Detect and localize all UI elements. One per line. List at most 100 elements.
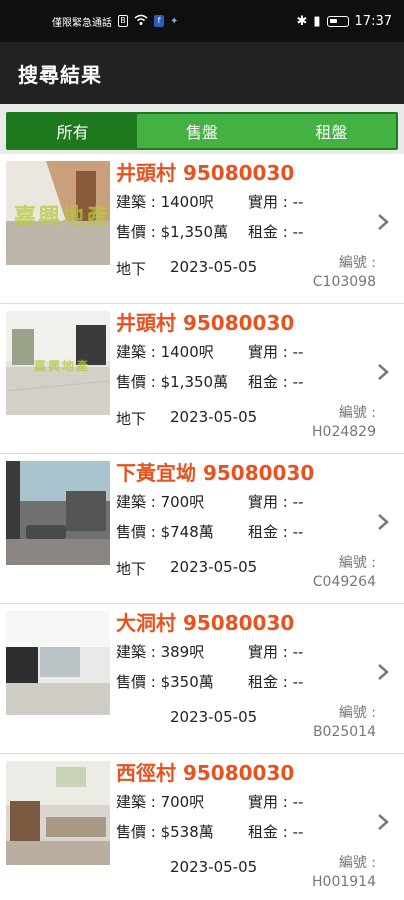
building-label: 建築 : [116, 193, 161, 211]
price-value: $1,350萬 [160, 373, 229, 391]
price-value: $538萬 [160, 823, 214, 841]
code-value: H024829 [312, 424, 376, 440]
sim-icon: B [118, 15, 128, 27]
price-label: 售價 : [116, 223, 161, 241]
listing-code: 編號 : H024829 [312, 404, 376, 442]
usable-value: -- [292, 793, 304, 811]
code-label: 編號 : [338, 855, 376, 871]
listing-date: 2023-05-05 [170, 858, 258, 876]
listing-list: 嘉興地產 井頭村 95080030 建築 : 1400呎 實用 : -- 售價 :… [0, 154, 404, 900]
listing-code: 編號 : B025014 [313, 704, 376, 742]
floor-label: 地下 [116, 410, 147, 428]
clock: 17:37 [354, 13, 392, 29]
filter-tabs: 所有 售盤 租盤 [6, 112, 398, 150]
property-photo [6, 611, 110, 715]
building-value: 1400呎 [160, 343, 214, 361]
rent-value: -- [292, 823, 304, 841]
building-label: 建築 : [116, 493, 161, 511]
building-label: 建築 : [116, 793, 161, 811]
price-value: $1,350萬 [160, 223, 229, 241]
page-title: 搜尋結果 [18, 62, 102, 87]
floor-label [116, 708, 148, 726]
floor-label: 地下 [116, 560, 147, 578]
usable-label: 實用 : [248, 493, 293, 511]
usable-value: -- [292, 343, 304, 361]
listing-date: 2023-05-05 [170, 408, 258, 426]
tab-sale[interactable]: 售盤 [137, 114, 267, 148]
code-value: B025014 [312, 724, 376, 740]
tab-sale-label: 售盤 [185, 123, 218, 142]
building-value: 389呎 [160, 643, 205, 661]
property-photo [6, 761, 110, 865]
listing-date: 2023-05-05 [170, 708, 258, 726]
list-item[interactable]: 西徑村 95080030 建築 : 700呎 實用 : -- 售價 : $538萬… [0, 754, 404, 900]
usable-label: 實用 : [248, 793, 293, 811]
tab-all[interactable]: 所有 [8, 114, 138, 148]
building-value: 700呎 [160, 793, 205, 811]
rent-label: 租金 : [248, 373, 293, 391]
listing-title: 大洞村 95080030 [116, 611, 295, 635]
listing-title: 下黃宜坳 95080030 [116, 461, 315, 485]
listing-date: 2023-05-05 [170, 258, 258, 276]
facebook-icon: f [154, 15, 164, 27]
rent-label: 租金 : [248, 523, 293, 541]
chevron-right-icon[interactable] [376, 812, 396, 832]
chevron-right-icon[interactable] [376, 662, 396, 682]
listing-title: 井頭村 95080030 [116, 161, 295, 185]
price-label: 售價 : [116, 373, 161, 391]
rent-label: 租金 : [248, 223, 293, 241]
rent-label: 租金 : [248, 823, 293, 841]
rent-value: -- [292, 373, 304, 391]
list-item[interactable]: 嘉興地產 井頭村 95080030 建築 : 1400呎 實用 : -- 售價 :… [0, 304, 404, 454]
price-label: 售價 : [116, 673, 161, 691]
list-item[interactable]: 大洞村 95080030 建築 : 389呎 實用 : -- 售價 : $350萬… [0, 604, 404, 754]
vibrate-icon: ▮ [313, 13, 321, 29]
code-value: C049264 [312, 574, 376, 590]
bluetooth-icon: ✱ [296, 13, 308, 29]
property-photo [6, 461, 110, 565]
price-value: $350萬 [160, 673, 214, 691]
code-label: 編號 : [338, 255, 376, 271]
usable-label: 實用 : [248, 193, 293, 211]
status-bar: 僅限緊急通話 B f ✦ ✱ ▮ 17:37 [0, 0, 404, 42]
listing-title: 井頭村 95080030 [116, 311, 295, 335]
usable-label: 實用 : [248, 643, 293, 661]
rent-value: -- [292, 523, 304, 541]
carrier-label: 僅限緊急通話 [52, 17, 112, 29]
photo-watermark: 嘉興地產 [34, 359, 91, 373]
tabs-container: 所有 售盤 租盤 [0, 104, 404, 154]
list-item[interactable]: 下黃宜坳 95080030 建築 : 700呎 實用 : -- 售價 : $748… [0, 454, 404, 604]
rent-value: -- [292, 673, 304, 691]
code-label: 編號 : [338, 555, 376, 571]
property-photo: 嘉興地產 [6, 161, 110, 265]
property-photo: 嘉興地產 [6, 311, 110, 415]
code-value: H001914 [312, 874, 376, 890]
building-value: 1400呎 [160, 193, 214, 211]
building-label: 建築 : [116, 343, 161, 361]
floor-label [116, 858, 148, 876]
chevron-right-icon[interactable] [376, 512, 396, 532]
chevron-right-icon[interactable] [376, 212, 396, 232]
listing-code: 編號 : C049264 [313, 554, 376, 592]
list-item[interactable]: 嘉興地產 井頭村 95080030 建築 : 1400呎 實用 : -- 售價 :… [0, 154, 404, 304]
battery-icon [326, 15, 349, 27]
listing-info: 井頭村 95080030 建築 : 1400呎 實用 : -- 售價 : $1,3… [116, 304, 404, 453]
code-label: 編號 : [338, 705, 376, 721]
tab-rent-label: 租盤 [315, 123, 348, 142]
tab-rent[interactable]: 租盤 [266, 114, 396, 148]
chevron-right-icon[interactable] [376, 362, 396, 382]
listing-info: 西徑村 95080030 建築 : 700呎 實用 : -- 售價 : $538萬… [116, 754, 404, 900]
app-bar: 搜尋結果 [0, 42, 404, 104]
status-left: 僅限緊急通話 B f ✦ [52, 14, 178, 29]
listing-info: 井頭村 95080030 建築 : 1400呎 實用 : -- 售價 : $1,3… [116, 154, 404, 303]
photo-watermark: 嘉興地產 [14, 205, 110, 230]
usable-value: -- [292, 493, 304, 511]
listing-code: 編號 : C103098 [313, 254, 376, 292]
price-label: 售價 : [116, 523, 161, 541]
building-value: 700呎 [160, 493, 205, 511]
app-notification-icon: ✦ [170, 15, 179, 27]
rent-value: -- [292, 223, 304, 241]
building-label: 建築 : [116, 643, 161, 661]
listing-info: 大洞村 95080030 建築 : 389呎 實用 : -- 售價 : $350萬… [116, 604, 404, 753]
code-value: C103098 [312, 274, 376, 290]
